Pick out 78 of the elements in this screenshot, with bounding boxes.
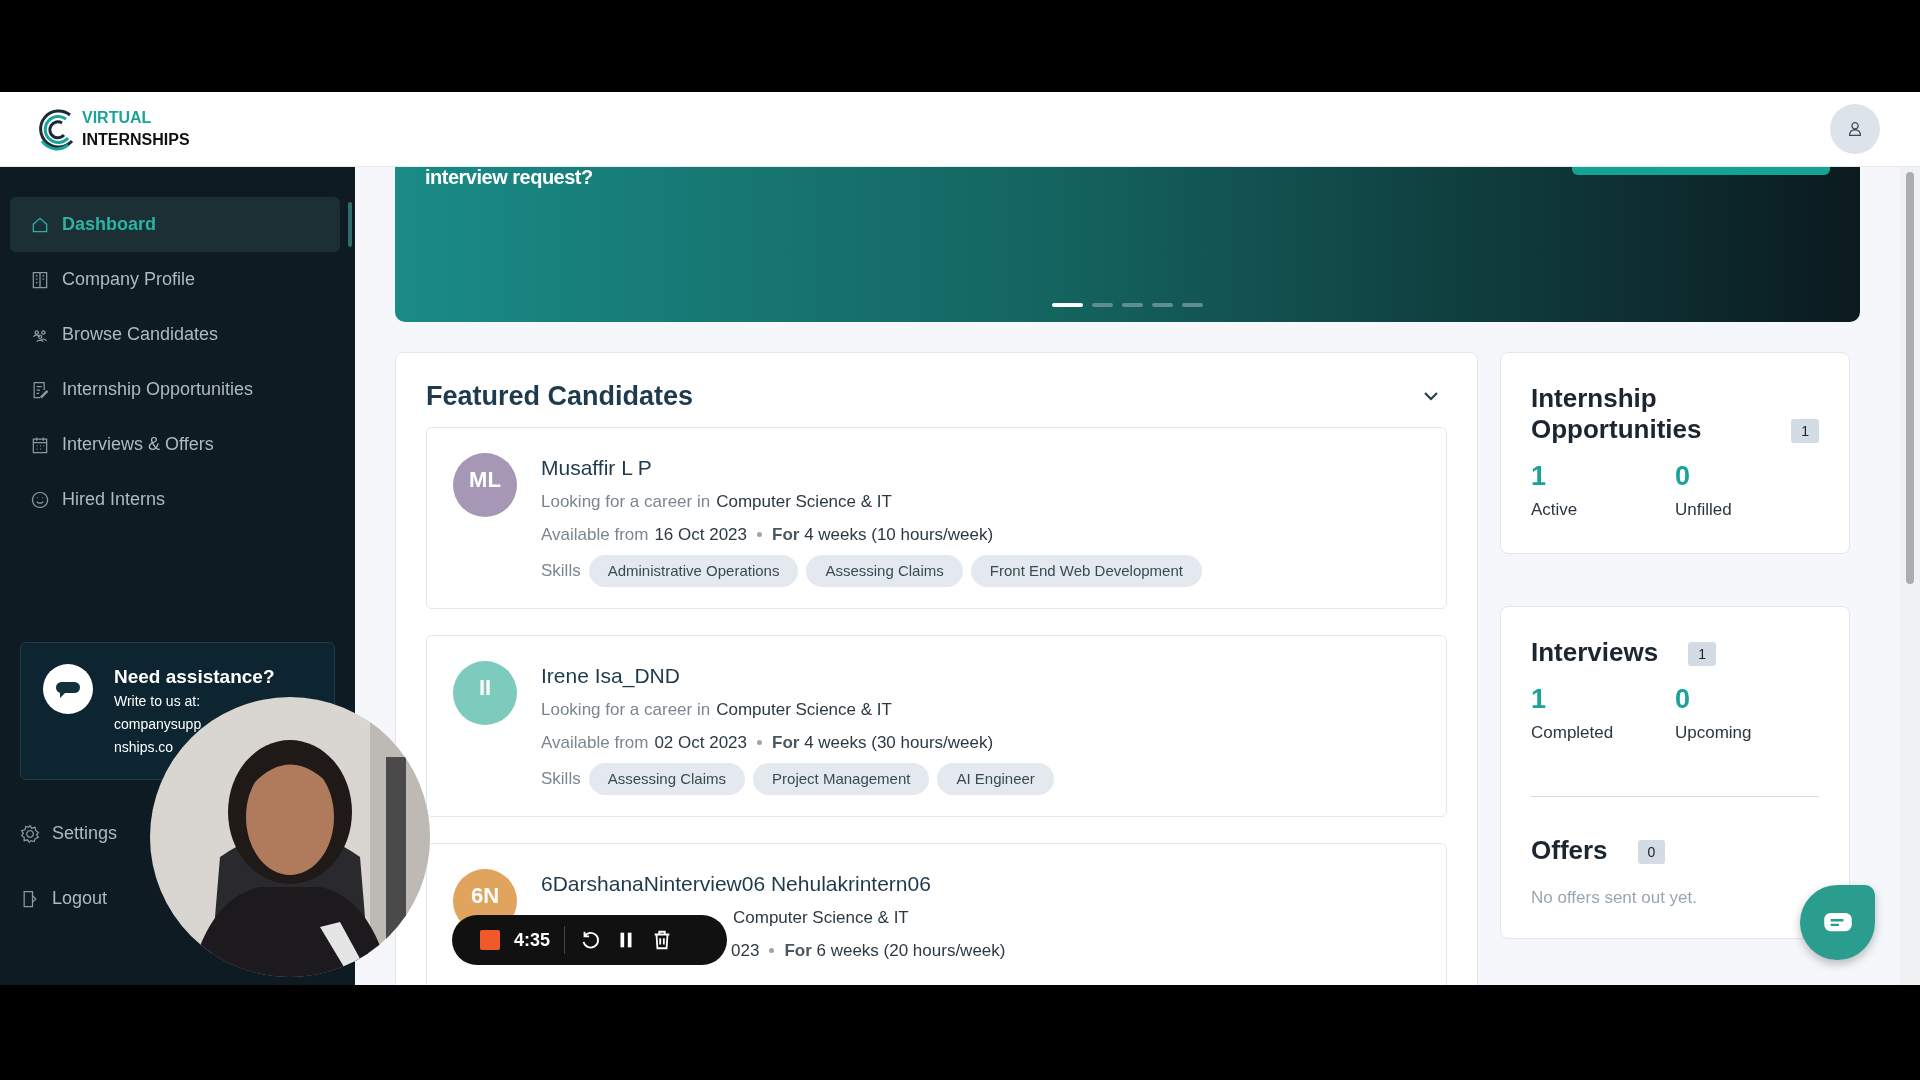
section-title: Featured Candidates — [426, 380, 694, 413]
avatar: II — [453, 661, 517, 725]
skill-tag: Front End Web Development — [970, 555, 1202, 587]
separator-dot — [757, 740, 763, 745]
field-label: Looking for a career in — [541, 699, 711, 720]
skill-tag: Assessing Claims — [588, 763, 746, 795]
career-field: Computer Science & IT — [733, 907, 909, 928]
field-label: Available from — [541, 524, 649, 545]
duration-text: For 4 weeks (10 hours/week) — [772, 524, 994, 545]
metric-label: Unfilled — [1675, 499, 1733, 521]
nav-icon — [30, 269, 50, 290]
logo-text: INTERNSHIPS — [82, 130, 190, 150]
nav-item[interactable]: Browse Candidates — [10, 307, 340, 362]
help-title: Need assistance? — [114, 665, 275, 689]
duration-text: For 4 weeks (30 hours/week) — [772, 732, 994, 753]
nav-item[interactable]: Hired Interns — [10, 472, 340, 527]
slide-indicator[interactable] — [1092, 303, 1113, 307]
skill-tag: Administrative Operations — [588, 555, 799, 587]
metric-value: 0 — [1675, 460, 1692, 493]
account-button[interactable] — [1830, 104, 1880, 154]
chat-icon — [1822, 911, 1853, 934]
separator-dot — [769, 948, 775, 953]
scrollbar[interactable] — [1900, 167, 1920, 985]
candidate-name[interactable]: Irene Isa_DND — [541, 661, 1054, 691]
available-date: 023 — [731, 940, 760, 961]
field-label: Available from — [541, 732, 649, 753]
career-field: Computer Science & IT — [716, 699, 892, 720]
skill-tag: AI Engineer — [937, 763, 1054, 795]
nav-item[interactable]: Interviews & Offers — [10, 417, 340, 472]
email-text: nships.co — [114, 738, 175, 757]
count-badge: 1 — [1688, 642, 1716, 666]
candidate-card[interactable]: ML Musaffir L P Looking for a career in Computer Science & IT Available from 16 Oct 2023 For 4 weeks (10 hours/week) Skills Administrative Operations Assessing Claims Front End Web Development — [426, 427, 1447, 609]
chat-icon — [43, 664, 93, 714]
slide-indicator[interactable] — [1122, 303, 1143, 307]
slide-indicator[interactable] — [1152, 303, 1173, 307]
count-badge: 1 — [1791, 419, 1819, 443]
metric-label: Active — [1531, 499, 1579, 521]
user-icon — [1846, 120, 1864, 138]
nav-icon — [20, 823, 40, 844]
banner-button[interactable] — [1572, 167, 1830, 175]
banner-text: interview request? — [425, 167, 593, 187]
metric-label: Completed — [1531, 722, 1615, 744]
help-text: Write to us at: — [114, 692, 202, 711]
metric-value: 1 — [1531, 683, 1548, 716]
available-date: 02 Oct 2023 — [654, 732, 748, 753]
duration-text: For 6 weeks (20 hours/week) — [784, 940, 1006, 961]
metric-label: Upcoming — [1675, 722, 1753, 744]
nav-item[interactable]: Company Profile — [10, 252, 340, 307]
candidate-name[interactable]: 6DarshanaNinterview06 Nehulakrintern06 — [541, 869, 1006, 899]
nav-item[interactable]: Internship Opportunities — [10, 362, 340, 417]
skill-tag: Project Management — [753, 763, 930, 795]
nav-icon — [30, 489, 50, 510]
avatar: ML — [453, 453, 517, 517]
nav-item[interactable]: Logout — [20, 866, 108, 931]
career-field: Computer Science & IT — [716, 491, 892, 512]
card-title: Interviews — [1531, 637, 1659, 668]
skill-tag: Assessing Claims — [806, 555, 963, 587]
card-title: Offers — [1531, 835, 1608, 866]
scrollbar-thumb[interactable] — [1906, 172, 1914, 584]
logo-text: VIRTUAL — [82, 108, 153, 128]
candidate-card[interactable]: II Irene Isa_DND Looking for a career in Computer Science & IT Available from 02 Oct 2023 For 4 weeks (30 hours/week) Skills Assessing Claims Project Management AI Engineer — [426, 635, 1447, 817]
field-label: Looking for a career in — [541, 491, 711, 512]
recording-time: 4:35 — [514, 929, 551, 951]
metric-value: 0 — [1675, 683, 1692, 716]
stop-button[interactable] — [480, 930, 500, 950]
slide-indicator[interactable] — [1052, 303, 1083, 307]
slide-indicator[interactable] — [1182, 303, 1203, 307]
metric-value: 1 — [1531, 460, 1548, 493]
field-label: Skills — [541, 561, 581, 581]
nav-item[interactable]: Settings — [20, 801, 118, 866]
card-title: Internship Opportunities — [1531, 383, 1703, 445]
available-date: 16 Oct 2023 — [654, 524, 748, 545]
field-label: Skills — [541, 769, 581, 789]
email-text: companysupp — [114, 715, 203, 734]
empty-message: No offers sent out yet. — [1531, 888, 1698, 908]
count-badge: 0 — [1637, 840, 1666, 864]
separator-dot — [757, 532, 763, 537]
candidate-name[interactable]: Musaffir L P — [541, 453, 1202, 483]
